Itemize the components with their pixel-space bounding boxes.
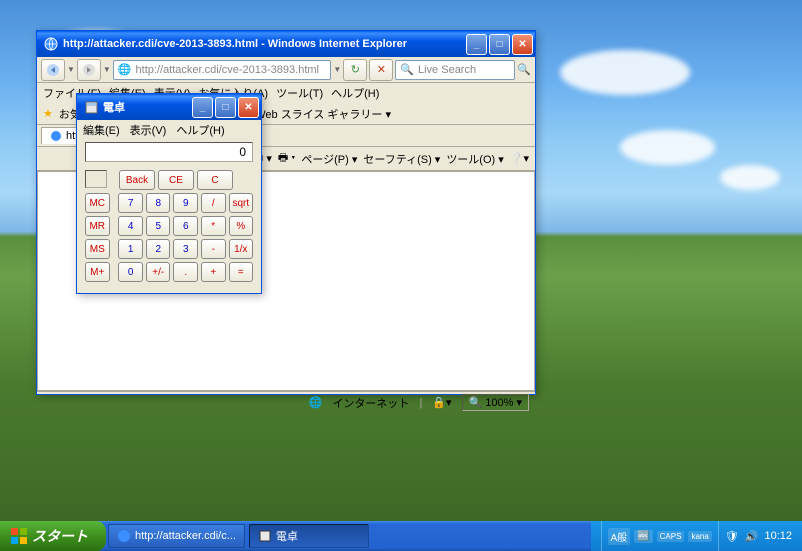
stop-button[interactable]: ✕ [369, 59, 393, 81]
favorites-star-icon[interactable]: ★ [43, 107, 53, 120]
calc-menu-edit[interactable]: 編集(E) [83, 122, 120, 136]
search-box[interactable]: 🔍 Live Search [395, 60, 515, 80]
menu-help[interactable]: ヘルプ(H) [331, 85, 379, 101]
calc-key-+/-[interactable]: +/- [146, 262, 171, 282]
calc-memory-indicator [85, 170, 107, 188]
ie-title-text: http://attacker.cdi/cve-2013-3893.html -… [63, 38, 466, 50]
calc-mem-m+[interactable]: M+ [85, 262, 110, 282]
taskbar-item-label: 電卓 [276, 528, 298, 544]
calc-key-.[interactable]: . [173, 262, 198, 282]
menu-tools[interactable]: ツール(T) [276, 85, 323, 101]
calc-mem-mr[interactable]: MR [85, 216, 110, 236]
ime-caps[interactable]: CAPS [657, 531, 685, 542]
calc-key-%[interactable]: % [229, 216, 254, 236]
ie-icon [43, 36, 59, 52]
ime-input[interactable]: 🔤 [634, 530, 652, 543]
ie-titlebar[interactable]: http://attacker.cdi/cve-2013-3893.html -… [37, 31, 535, 57]
calculator-icon [83, 99, 99, 115]
calculator-window: 電卓 _ □ ✕ 編集(E) 表示(V) ヘルプ(H) 0 Back CE C … [76, 93, 262, 294]
ie-nav-toolbar: ▼ ▼ 🌐 http://attacker.cdi/cve-2013-3893.… [37, 57, 535, 83]
address-bar[interactable]: 🌐 http://attacker.cdi/cve-2013-3893.html [113, 60, 332, 80]
calc-key-sqrt[interactable]: sqrt [229, 193, 254, 213]
maximize-button[interactable]: □ [489, 34, 510, 55]
fav-link-slices[interactable]: Web スライス ギャラリー ▾ [255, 106, 391, 122]
calc-menu-help[interactable]: ヘルプ(H) [176, 122, 224, 136]
calc-maximize-button[interactable]: □ [215, 97, 236, 118]
search-icon: 🔍 [400, 63, 414, 76]
close-button[interactable]: ✕ [512, 34, 533, 55]
internet-zone-icon: 🌐 [309, 396, 323, 409]
ime-kana[interactable]: kana [688, 531, 711, 542]
back-dropdown-icon[interactable]: ▼ [67, 65, 75, 74]
calc-key-6[interactable]: 6 [173, 216, 198, 236]
cmd-page[interactable]: ページ(P) ▾ [301, 151, 357, 167]
zoom-value: 100% [485, 397, 513, 409]
calc-c-button[interactable]: C [197, 170, 233, 190]
windows-logo-icon [10, 527, 28, 545]
taskbar: スタート http://attacker.cdi/c... 電卓 A般 🔤 CA… [0, 521, 802, 551]
calc-minimize-button[interactable]: _ [192, 97, 213, 118]
refresh-button[interactable]: ↻ [343, 59, 367, 81]
calc-title: 電卓 [103, 99, 192, 115]
cmd-print-icon[interactable]: 🖶 ▾ [278, 149, 296, 168]
desktop: http://attacker.cdi/cve-2013-3893.html -… [0, 0, 802, 551]
calc-back-button[interactable]: Back [119, 170, 155, 190]
separator: | [419, 397, 422, 409]
page-icon: 🌐 [118, 63, 132, 76]
start-label: スタート [32, 526, 88, 546]
ime-mode[interactable]: A般 [608, 528, 631, 545]
calc-key-2[interactable]: 2 [146, 239, 171, 259]
calc-key--[interactable]: - [201, 239, 226, 259]
calc-taskbar-icon [258, 529, 272, 543]
calc-titlebar[interactable]: 電卓 _ □ ✕ [77, 94, 261, 120]
calc-key-4[interactable]: 4 [118, 216, 143, 236]
ime-bar[interactable]: A般 🔤 CAPS kana [601, 521, 719, 551]
address-dropdown-icon[interactable]: ▼ [333, 65, 341, 74]
taskbar-item-ie[interactable]: http://attacker.cdi/c... [108, 524, 245, 548]
ie-tab-icon [50, 130, 62, 142]
tray-shield-icon[interactable]: 🛡 [725, 530, 739, 543]
calc-keypad: Back CE C MC789/sqrtMR456*%MS123-1/xM+0+… [77, 166, 261, 293]
calc-key-9[interactable]: 9 [173, 193, 198, 213]
ie-taskbar-icon [117, 529, 131, 543]
calc-key-5[interactable]: 5 [146, 216, 171, 236]
protected-mode-icon[interactable]: 🔒▾ [432, 396, 451, 409]
calc-key-0[interactable]: 0 [118, 262, 143, 282]
calc-mem-ms[interactable]: MS [85, 239, 110, 259]
cmd-tools[interactable]: ツール(O) ▾ [446, 151, 503, 167]
calc-key-1[interactable]: 1 [118, 239, 143, 259]
search-go-icon[interactable]: 🔍 [517, 63, 531, 76]
calc-close-button[interactable]: ✕ [238, 97, 259, 118]
taskbar-item-calc[interactable]: 電卓 [249, 524, 369, 548]
search-placeholder: Live Search [418, 64, 476, 76]
cmd-help-icon[interactable]: ❔▾ [510, 152, 529, 165]
zoom-control[interactable]: 🔍 100% ▾ [462, 394, 529, 411]
calc-ce-button[interactable]: CE [158, 170, 194, 190]
forward-button[interactable] [77, 59, 101, 81]
calc-key-/[interactable]: / [201, 193, 226, 213]
ie-status-bar: 🌐 インターネット | 🔒▾ 🔍 100% ▾ [37, 391, 535, 413]
tray-volume-icon[interactable]: 🔊 [745, 530, 759, 543]
calc-display: 0 [85, 142, 253, 162]
calc-mem-mc[interactable]: MC [85, 193, 110, 213]
calc-key-=[interactable]: = [229, 262, 254, 282]
start-button[interactable]: スタート [0, 521, 106, 551]
system-tray: A般 🔤 CAPS kana 🛡 🔊 10:12 [591, 521, 802, 551]
calc-key-8[interactable]: 8 [146, 193, 171, 213]
calc-key-1/x[interactable]: 1/x [229, 239, 254, 259]
back-button[interactable] [41, 59, 65, 81]
address-text: http://attacker.cdi/cve-2013-3893.html [136, 64, 319, 76]
tray-clock[interactable]: 10:12 [764, 530, 792, 542]
forward-dropdown-icon[interactable]: ▼ [103, 65, 111, 74]
calc-key-+[interactable]: + [201, 262, 226, 282]
calc-menubar: 編集(E) 表示(V) ヘルプ(H) [77, 120, 261, 138]
status-zone: インターネット [332, 395, 409, 411]
cmd-safety[interactable]: セーフティ(S) ▾ [363, 151, 440, 167]
calc-key-*[interactable]: * [201, 216, 226, 236]
calc-menu-view[interactable]: 表示(V) [130, 122, 167, 136]
minimize-button[interactable]: _ [466, 34, 487, 55]
calc-key-3[interactable]: 3 [173, 239, 198, 259]
calc-key-7[interactable]: 7 [118, 193, 143, 213]
taskbar-item-label: http://attacker.cdi/c... [135, 530, 236, 542]
